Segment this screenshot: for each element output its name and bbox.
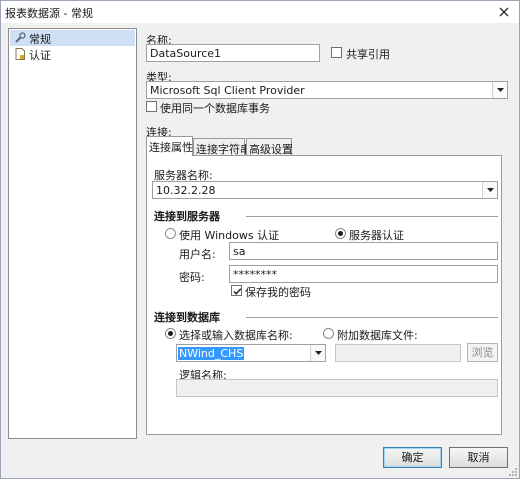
chevron-down-icon [315,351,322,355]
attach-db-radio[interactable] [323,328,334,339]
password-value: ******** [233,268,277,281]
close-button[interactable] [495,3,513,21]
wrench-icon [14,32,26,44]
auth-windows-radio[interactable] [165,228,176,239]
server-dropdown-button[interactable] [482,182,497,198]
type-select-value: Microsoft Sql Client Provider [150,84,305,97]
type-select[interactable]: Microsoft Sql Client Provider [146,81,508,99]
single-txn-label: 使用同一个数据库事务 [160,102,270,115]
browse-button[interactable]: 浏览 [467,343,498,362]
username-input[interactable]: sa [229,242,498,260]
ok-button-label: 确定 [401,451,424,464]
select-db-radio[interactable] [165,328,176,339]
name-input[interactable]: DataSource1 [146,44,320,62]
cancel-button-label: 取消 [467,451,490,464]
username-label: 用户名: [179,248,216,261]
resize-grip-icon[interactable] [508,467,518,477]
window-title: 报表数据源 - 常规 [5,7,93,20]
save-password-label: 保存我的密码 [245,286,311,299]
shared-ref-checkbox[interactable] [331,47,342,58]
database-value-selected: NWind_CHS [178,347,245,360]
chevron-down-icon [487,188,494,192]
checkmark-icon [233,288,242,295]
tab-advanced-settings[interactable]: 高级设置 [246,138,293,156]
separator [246,317,498,318]
auth-server-radio[interactable] [335,228,346,239]
logical-name-input[interactable] [176,379,498,397]
tab-label: 连接属性 [149,141,193,154]
nav-item-auth[interactable]: 认证 [10,46,135,62]
select-db-label: 选择或输入数据库名称: [179,329,293,342]
radio-selected-dot [168,331,173,336]
chevron-down-icon [497,88,504,92]
nav-item-label: 认证 [29,49,51,62]
single-txn-checkbox[interactable] [146,101,157,112]
ok-button[interactable]: 确定 [383,447,442,468]
password-label: 密码: [179,271,205,284]
nav-item-general[interactable]: 常规 [10,30,135,46]
browse-button-label: 浏览 [471,346,494,359]
name-input-value: DataSource1 [150,47,222,60]
radio-selected-dot [338,231,343,236]
nav-item-label: 常规 [29,33,51,46]
tab-connection-properties[interactable]: 连接属性 [146,136,193,156]
server-name-select[interactable]: 10.32.2.28 [152,181,498,199]
cancel-button[interactable]: 取消 [449,447,508,468]
database-value: NWind_CHS [178,347,245,360]
auth-server-label: 服务器认证 [349,229,404,242]
database-dropdown-button[interactable] [310,345,325,361]
connect-server-heading: 连接到服务器 [154,210,220,223]
password-input[interactable]: ******** [229,265,498,283]
close-icon [499,7,509,17]
auth-windows-label: 使用 Windows 认证 [179,229,280,242]
separator [246,216,498,217]
shared-ref-label: 共享引用 [346,48,390,61]
connect-db-heading: 连接到数据库 [154,311,220,324]
attach-db-label: 附加数据库文件: [337,329,418,342]
database-select[interactable]: NWind_CHS [176,344,326,362]
nav-list: 常规 认证 [8,28,137,439]
dialog-window: 报表数据源 - 常规 常规 认证 名称: DataSource1 共享引用 类型… [0,0,520,479]
type-dropdown-button[interactable] [492,82,507,98]
attach-db-file-input[interactable] [335,344,461,362]
username-value: sa [233,245,246,258]
document-icon [14,48,26,60]
server-name-value: 10.32.2.28 [156,184,216,197]
tab-connection-string[interactable]: 连接字符串 [193,138,251,156]
title-bar[interactable]: 报表数据源 - 常规 [1,1,519,23]
save-password-checkbox[interactable] [231,285,242,296]
